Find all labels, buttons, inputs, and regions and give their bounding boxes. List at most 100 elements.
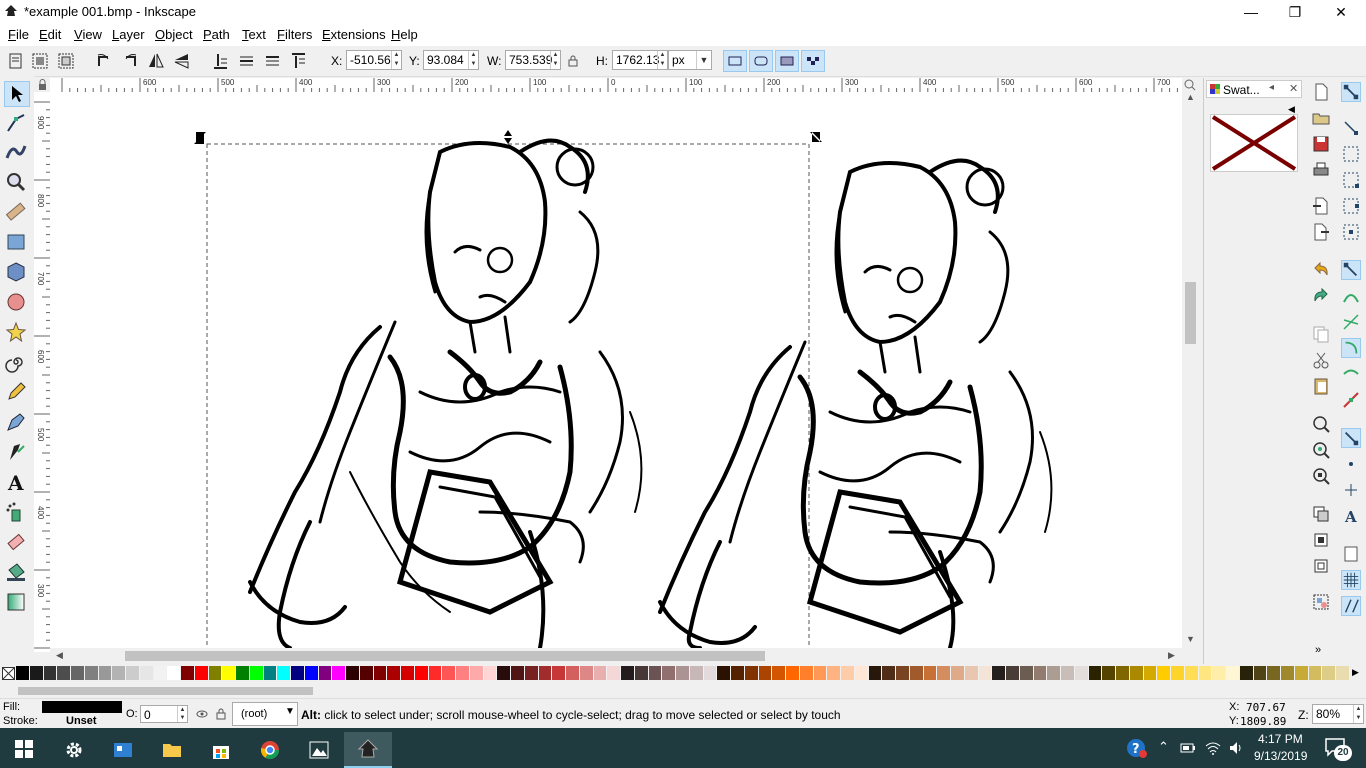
color-swatch[interactable] xyxy=(236,666,249,680)
zoom-field[interactable]: 80% ▲ ▼ xyxy=(1312,704,1364,724)
select-all-layers-icon[interactable] xyxy=(30,51,50,71)
import-icon[interactable] xyxy=(1311,196,1331,216)
snap-smooth-nodes-icon[interactable] xyxy=(1341,364,1361,384)
color-swatch[interactable] xyxy=(483,666,497,680)
color-swatch[interactable] xyxy=(387,666,401,680)
undo-icon[interactable] xyxy=(1311,260,1331,280)
color-swatch[interactable] xyxy=(896,666,909,680)
color-swatch[interactable] xyxy=(1143,666,1157,680)
color-swatch[interactable] xyxy=(524,666,538,680)
scale-corners-toggle[interactable] xyxy=(749,50,773,72)
stroke-value[interactable]: Unset xyxy=(66,715,97,727)
pen-tool[interactable] xyxy=(4,410,30,436)
color-swatch[interactable] xyxy=(1129,666,1143,680)
scroll-left-icon[interactable]: ◀ xyxy=(56,650,63,661)
color-swatch[interactable] xyxy=(992,666,1006,680)
color-swatch[interactable] xyxy=(854,666,868,680)
snap-bbox-centers-icon[interactable] xyxy=(1341,222,1361,242)
taskbar-settings[interactable] xyxy=(50,732,98,768)
color-swatch[interactable] xyxy=(511,666,524,680)
menu-layer[interactable]: Layer xyxy=(112,27,145,42)
star-tool[interactable] xyxy=(4,320,30,346)
unlink-clone-icon[interactable] xyxy=(1311,556,1331,576)
clock-date[interactable]: 9/13/2019 xyxy=(1254,749,1307,763)
selector-tool[interactable] xyxy=(4,81,30,107)
color-swatch[interactable] xyxy=(1267,666,1281,680)
snap-page-border-icon[interactable] xyxy=(1341,544,1361,564)
menu-object[interactable]: Object xyxy=(155,27,193,42)
snap-bbox-icon[interactable] xyxy=(1341,118,1361,138)
taskbar-photos[interactable] xyxy=(295,732,343,768)
measure-tool[interactable] xyxy=(4,200,30,226)
color-swatch[interactable] xyxy=(882,666,896,680)
color-swatch[interactable] xyxy=(277,666,291,680)
color-swatch[interactable] xyxy=(222,666,236,680)
text-tool[interactable]: A xyxy=(4,470,30,496)
scroll-right-icon[interactable]: ▶ xyxy=(1168,650,1175,661)
battery-icon[interactable] xyxy=(1180,741,1196,755)
rectangle-tool[interactable] xyxy=(4,230,30,256)
color-swatch[interactable] xyxy=(428,666,442,680)
pencil-tool[interactable] xyxy=(4,380,30,406)
spin-arrows-icon[interactable]: ▲ ▼ xyxy=(391,51,401,69)
menu-path[interactable]: Path xyxy=(203,27,230,42)
horizontal-ruler[interactable]: 600 500 400 300 200 100 0 100 200 300 40… xyxy=(50,78,1182,93)
spin-arrows-icon[interactable]: ▲ ▼ xyxy=(468,51,478,69)
color-swatch[interactable] xyxy=(662,666,676,680)
flip-horizontal-icon[interactable] xyxy=(146,51,166,71)
no-paint-icon[interactable] xyxy=(2,667,15,680)
color-swatch[interactable] xyxy=(181,666,194,680)
y-field[interactable]: 93.084 ▲ ▼ xyxy=(423,50,479,70)
snap-midpoints-icon[interactable] xyxy=(1341,390,1361,410)
color-swatch[interactable] xyxy=(909,666,923,680)
snap-object-centers-icon[interactable] xyxy=(1341,454,1361,474)
color-swatch[interactable] xyxy=(1061,666,1074,680)
gradient-tool[interactable] xyxy=(4,590,30,616)
zoom-page-icon[interactable] xyxy=(1311,466,1331,486)
color-swatch[interactable] xyxy=(1336,666,1349,680)
color-swatch[interactable] xyxy=(1157,666,1171,680)
w-field[interactable]: 753.539 ▲ ▼ xyxy=(505,50,561,70)
flip-vertical-icon[interactable] xyxy=(172,51,192,71)
lock-icon[interactable] xyxy=(566,54,580,68)
print-icon[interactable] xyxy=(1311,160,1331,180)
color-swatch[interactable] xyxy=(29,666,43,680)
raise-icon[interactable] xyxy=(262,51,282,71)
color-swatch[interactable] xyxy=(332,666,346,680)
spin-arrows-icon[interactable]: ▲ ▼ xyxy=(177,706,187,722)
lower-to-bottom-icon[interactable] xyxy=(210,51,230,71)
spin-arrows-icon[interactable]: ▲ ▼ xyxy=(1353,705,1363,723)
color-swatch[interactable] xyxy=(1281,666,1294,680)
move-gradients-toggle[interactable] xyxy=(775,50,799,72)
color-swatch[interactable] xyxy=(153,666,167,680)
unit-select[interactable]: px ▼ xyxy=(668,50,712,70)
new-document-icon[interactable] xyxy=(1311,82,1331,102)
zoom-corner-icon[interactable] xyxy=(1182,78,1198,92)
cut-icon[interactable] xyxy=(1311,350,1331,370)
horizontal-scrollbar[interactable]: ◀ ▶ xyxy=(50,648,1196,664)
color-swatch[interactable] xyxy=(827,666,841,680)
color-swatch[interactable] xyxy=(1198,666,1212,680)
color-swatch[interactable] xyxy=(937,666,951,680)
more-icon[interactable]: » xyxy=(1315,644,1321,656)
color-swatch[interactable] xyxy=(579,666,593,680)
color-swatch[interactable] xyxy=(442,666,456,680)
color-swatch[interactable] xyxy=(868,666,882,680)
lock-icon[interactable] xyxy=(34,78,50,92)
color-swatch[interactable] xyxy=(1212,666,1226,680)
node-tool[interactable] xyxy=(4,111,30,137)
color-swatch[interactable] xyxy=(401,666,414,680)
snap-intersections-icon[interactable] xyxy=(1341,312,1361,332)
color-swatch[interactable] xyxy=(813,666,827,680)
layer-select[interactable]: (root) ▼ xyxy=(232,702,298,726)
color-swatch[interactable] xyxy=(43,666,57,680)
raise-to-top-icon[interactable] xyxy=(288,51,308,71)
color-swatch[interactable] xyxy=(1074,666,1088,680)
color-swatch[interactable] xyxy=(373,666,387,680)
color-swatch[interactable] xyxy=(1006,666,1019,680)
color-swatch[interactable] xyxy=(359,666,373,680)
collapse-icon[interactable]: ◂ xyxy=(1269,82,1274,93)
swatches-tab[interactable]: Swat... ◂ ✕ xyxy=(1206,80,1302,98)
snap-cusp-nodes-icon[interactable] xyxy=(1341,338,1361,358)
taskbar-news[interactable] xyxy=(99,732,147,768)
